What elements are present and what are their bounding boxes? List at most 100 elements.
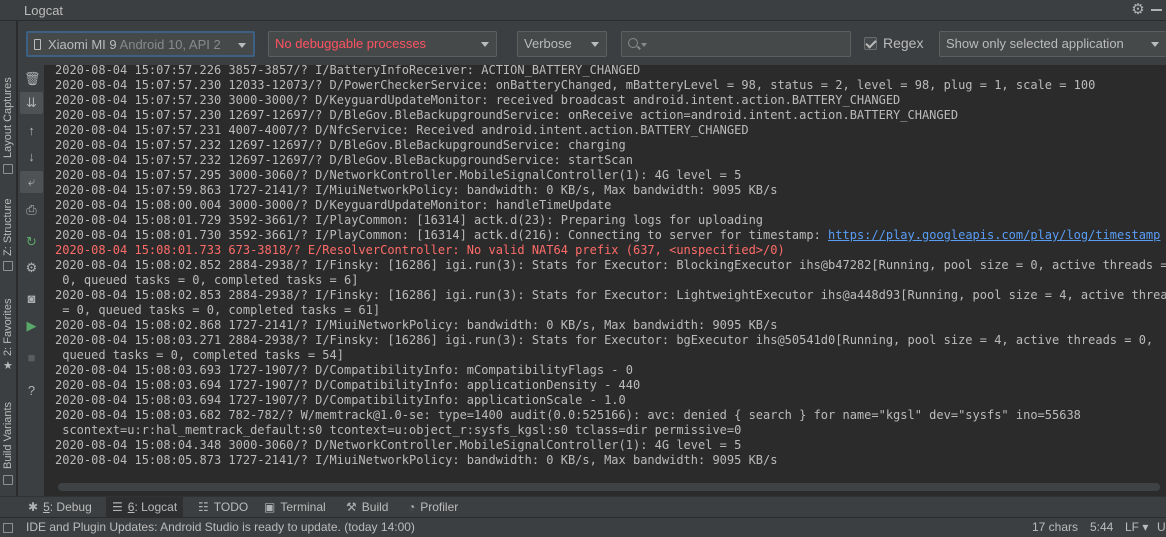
tab-structure-label: Z: Structure [2,198,14,256]
tab-build[interactable]: ⚒ Build [340,497,394,517]
chevron-down-icon [591,42,599,47]
logcat-toolbar: Xiaomi MI 9 Android 10, API 2 No debugga… [18,21,1166,65]
selected-chars: 17 chars [1032,520,1079,534]
status-message[interactable]: IDE and Plugin Updates: Android Studio i… [26,518,415,537]
tab-build-label: Build [361,500,389,514]
log-line-text: queued tasks = 0, completed tasks = 54] [55,348,344,362]
log-line: 0, queued tasks = 0, completed tasks = 6… [55,273,358,288]
tab-favorites[interactable]: ★ 2: Favorites [0,293,17,383]
log-line-text: 2020-08-04 15:08:04.348 3000-3060/? D/Ne… [55,438,742,452]
arrow-down-icon[interactable]: ↓ [24,149,39,164]
caret-position[interactable]: 5:44 [1090,518,1113,537]
tab-profiler[interactable]: ◔ Profiler [402,497,464,517]
log-line-text: 0, queued tasks = 0, completed tasks = 6… [55,273,359,287]
log-line: 2020-08-04 15:07:57.230 12697-12697/? D/… [55,108,958,123]
log-line-text: 2020-08-04 15:07:59.863 1727-2141/? I/Mi… [55,183,778,197]
tab-terminal-label: Terminal [280,500,326,514]
log-line: 2020-08-04 15:07:57.231 4007-4007/? D/Nf… [55,123,749,138]
log-line-text: 2020-08-04 15:07:57.232 12697-12697/? D/… [55,153,633,167]
log-line: 2020-08-04 15:08:02.868 1727-2141/? I/Mi… [55,318,777,333]
tab-todo-label: TODO [213,500,249,514]
log-line-text: 2020-08-04 15:08:01.729 3592-3661/? I/Pl… [55,213,764,227]
chevron-down-icon [1151,42,1159,47]
tab-terminal[interactable]: ▣ Terminal [258,497,332,517]
tab-layout-captures-label: Layout Captures [2,77,14,158]
tool-windows-toggle-icon[interactable] [3,523,13,533]
tab-structure[interactable]: Z: Structure [0,191,17,281]
log-line-text: 2020-08-04 15:08:03.694 1727-1907/? D/Co… [55,378,641,392]
log-line-text: 2020-08-04 15:08:03.682 782-782/? W/memt… [55,408,1081,422]
log-line: 2020-08-04 15:08:01.733 673-3818/? E/Res… [55,243,785,258]
log-line-text: scontext=u:r:hal_memtrack_default:s0 tco… [55,423,742,437]
search-input[interactable] [621,31,851,57]
log-line: 2020-08-04 15:08:00.004 3000-3000/? D/Ke… [55,198,611,213]
chevron-down-icon [481,42,489,47]
process-value: No debuggable processes [275,36,427,51]
log-line: 2020-08-04 15:07:57.230 3000-3000/? D/Ke… [55,93,900,108]
log-line: 2020-08-04 15:08:04.348 3000-3060/? D/Ne… [55,438,741,453]
log-line-text: 2020-08-04 15:07:57.232 12697-12697/? D/… [55,138,626,152]
log-line: scontext=u:r:hal_memtrack_default:s0 tco… [55,423,741,438]
help-icon[interactable]: ? [24,383,39,398]
log-line: 2020-08-04 15:07:57.295 3000-3060/? D/Ne… [55,168,741,183]
tab-logcat[interactable]: ☰ 6: Logcat [106,497,184,517]
gear-icon[interactable]: ⚙ [1129,1,1147,19]
tab-debug-label: Debug [56,500,92,514]
log-level-selector[interactable]: Verbose [517,31,607,57]
log-line: 2020-08-04 15:07:59.863 1727-2141/? I/Mi… [55,183,777,198]
process-selector[interactable]: No debuggable processes [268,31,497,57]
search-history-icon[interactable] [641,43,647,47]
status-bar: IDE and Plugin Updates: Android Studio i… [0,517,1166,537]
restart-icon[interactable]: ↻ [24,234,39,249]
tab-build-variants[interactable]: Build Variants [0,393,17,493]
arrow-up-icon[interactable]: ↑ [24,123,39,138]
tab-debug[interactable]: ✱ 5: Debug [22,497,98,517]
todo-icon: ☷ [198,500,209,514]
file-encoding[interactable]: U [1157,518,1166,537]
tab-logcat-key: 6 [127,500,135,514]
tab-layout-captures[interactable]: Layout Captures [0,27,17,177]
phone-icon [34,39,41,50]
print-icon[interactable]: ⎙ [24,202,39,217]
regex-label: Regex [883,35,924,51]
screen-record-icon[interactable]: ▶ [24,318,39,333]
horizontal-scrollbar[interactable] [58,483,1160,491]
device-selector[interactable]: Xiaomi MI 9 Android 10, API 2 [26,31,255,57]
timestamp-link[interactable]: https://play.googleapis.com/play/log/tim… [828,228,1160,242]
search-icon [628,38,638,48]
log-line: 2020-08-04 15:08:01.730 3592-3661/? I/Pl… [55,228,1160,243]
log-line: 2020-08-04 15:08:03.694 1727-1907/? D/Co… [55,393,626,408]
log-line: 2020-08-04 15:08:03.693 1727-1907/? D/Co… [55,363,633,378]
logcat-icon: ☰ [112,500,123,514]
log-line-text: 2020-08-04 15:07:57.231 4007-4007/? D/Nf… [55,123,749,137]
minimize-icon[interactable] [1151,9,1162,11]
log-output[interactable]: 2020-08-04 15:07:57.226 3857-3857/? I/Ba… [46,65,1166,483]
filter-selector[interactable]: Show only selected application [939,31,1166,57]
tab-debug-key: 5 [43,500,50,514]
log-line-text: 2020-08-04 15:08:01.730 3592-3661/? I/Pl… [55,228,829,242]
log-line-text: 2020-08-04 15:08:02.852 2884-2938/? I/Fi… [55,258,1166,272]
log-line: queued tasks = 0, completed tasks = 54] [55,348,344,363]
settings-icon[interactable]: ⚙ [24,260,39,275]
log-line: 2020-08-04 15:08:02.853 2884-2938/? I/Fi… [55,288,1166,303]
trash-icon[interactable]: 🗑 [24,71,41,86]
bug-icon: ✱ [28,500,39,514]
log-line: 2020-08-04 15:07:57.230 12033-12073/? D/… [55,78,1095,93]
camera-icon[interactable]: ◙ [24,291,39,306]
log-line: 2020-08-04 15:07:57.232 12697-12697/? D/… [55,138,626,153]
log-line: 2020-08-04 15:08:01.729 3592-3661/? I/Pl… [55,213,763,228]
line-ending[interactable]: LF ▾ [1125,518,1148,537]
log-line-text: 2020-08-04 15:08:02.868 1727-2141/? I/Mi… [55,318,778,332]
terminal-icon: ▣ [264,500,276,514]
structure-icon [3,261,13,271]
tab-todo[interactable]: ☷ TODO [192,497,254,517]
regex-checkbox[interactable]: Regex [864,34,923,54]
layout-captures-icon [3,164,13,174]
device-detail: Android 10, API 2 [119,37,221,52]
left-tool-strip: Layout Captures Z: Structure ★ 2: Favori… [0,21,17,496]
build-variants-icon [3,475,13,485]
log-line-text: = 0, queued tasks = 0, completed tasks =… [55,303,381,317]
scroll-to-end-icon[interactable]: ⇊ [20,92,43,114]
soft-wrap-icon[interactable]: ⤶ [20,171,43,193]
hammer-icon: ⚒ [346,500,357,514]
